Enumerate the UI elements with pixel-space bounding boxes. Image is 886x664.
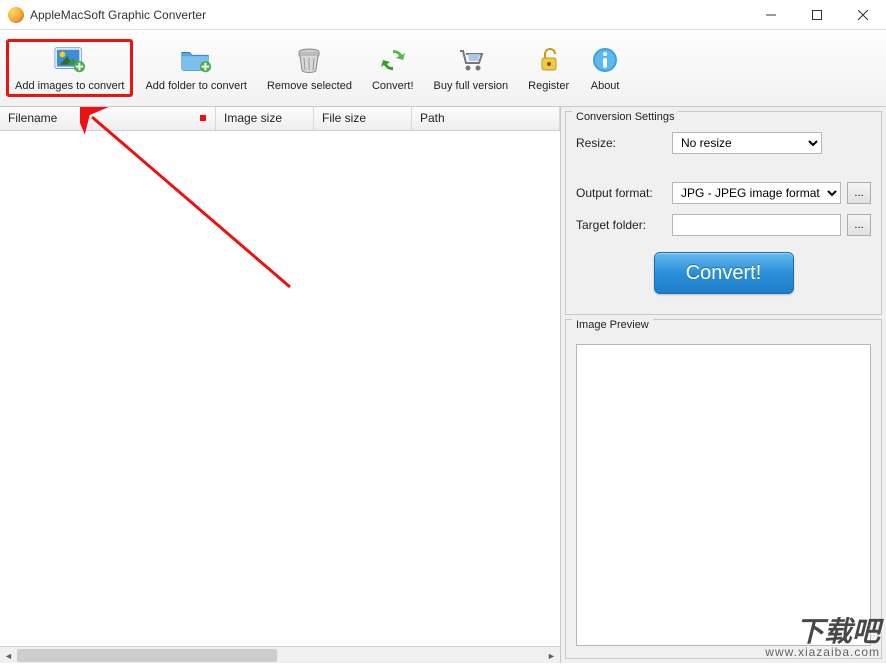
settings-panel-title: Conversion Settings	[572, 111, 678, 123]
toolbar: Add images to convert Add folder to conv…	[0, 30, 886, 107]
table-header: Filename Image size File size Path	[0, 107, 560, 131]
convert-big-button[interactable]: Convert!	[654, 252, 794, 294]
image-preview-panel: Image Preview	[565, 319, 882, 659]
col-file-size[interactable]: File size	[314, 107, 412, 130]
target-folder-label: Target folder:	[576, 218, 666, 232]
file-list-pane: Filename Image size File size Path ◄ ►	[0, 107, 561, 663]
convert-button[interactable]: Convert!	[364, 40, 422, 96]
scroll-right-arrow[interactable]: ►	[543, 647, 560, 664]
folder-plus-icon	[180, 44, 212, 76]
buy-label: Buy full version	[434, 80, 509, 92]
add-folder-label: Add folder to convert	[145, 80, 247, 92]
col-path[interactable]: Path	[412, 107, 560, 130]
right-pane: Conversion Settings Resize: No resize Ou…	[561, 107, 886, 663]
col-image-size[interactable]: Image size	[216, 107, 314, 130]
app-icon	[8, 7, 24, 23]
scroll-left-arrow[interactable]: ◄	[0, 647, 17, 664]
about-label: About	[591, 80, 620, 92]
buy-button[interactable]: Buy full version	[426, 40, 517, 96]
add-images-button[interactable]: Add images to convert	[6, 39, 133, 97]
titlebar: AppleMacSoft Graphic Converter	[0, 0, 886, 30]
remove-selected-button[interactable]: Remove selected	[259, 40, 360, 96]
lock-open-icon	[533, 44, 565, 76]
minimize-button[interactable]	[748, 0, 794, 29]
preview-panel-title: Image Preview	[572, 319, 653, 331]
output-format-select[interactable]: JPG - JPEG image format	[672, 182, 841, 204]
trash-icon	[293, 44, 325, 76]
remove-selected-label: Remove selected	[267, 80, 352, 92]
info-icon	[589, 44, 621, 76]
convert-label: Convert!	[372, 80, 414, 92]
target-folder-browse-button[interactable]: ...	[847, 214, 871, 236]
close-button[interactable]	[840, 0, 886, 29]
cart-icon	[455, 44, 487, 76]
scroll-thumb[interactable]	[17, 649, 277, 662]
refresh-icon	[377, 44, 409, 76]
add-folder-button[interactable]: Add folder to convert	[137, 40, 255, 96]
add-images-label: Add images to convert	[15, 80, 124, 92]
resize-label: Resize:	[576, 136, 666, 150]
content-area: Filename Image size File size Path ◄ ► C…	[0, 107, 886, 663]
resize-select[interactable]: No resize	[672, 132, 822, 154]
conversion-settings-panel: Conversion Settings Resize: No resize Ou…	[565, 111, 882, 315]
image-plus-icon	[54, 44, 86, 76]
preview-body	[576, 344, 871, 646]
register-label: Register	[528, 80, 569, 92]
about-button[interactable]: About	[581, 40, 629, 96]
maximize-button[interactable]	[794, 0, 840, 29]
col-filename[interactable]: Filename	[0, 107, 216, 130]
output-format-options-button[interactable]: ...	[847, 182, 871, 204]
window-title: AppleMacSoft Graphic Converter	[30, 8, 748, 22]
horizontal-scrollbar[interactable]: ◄ ►	[0, 646, 560, 663]
target-folder-input[interactable]	[672, 214, 841, 236]
table-body[interactable]	[0, 131, 560, 646]
output-format-label: Output format:	[576, 186, 666, 200]
register-button[interactable]: Register	[520, 40, 577, 96]
